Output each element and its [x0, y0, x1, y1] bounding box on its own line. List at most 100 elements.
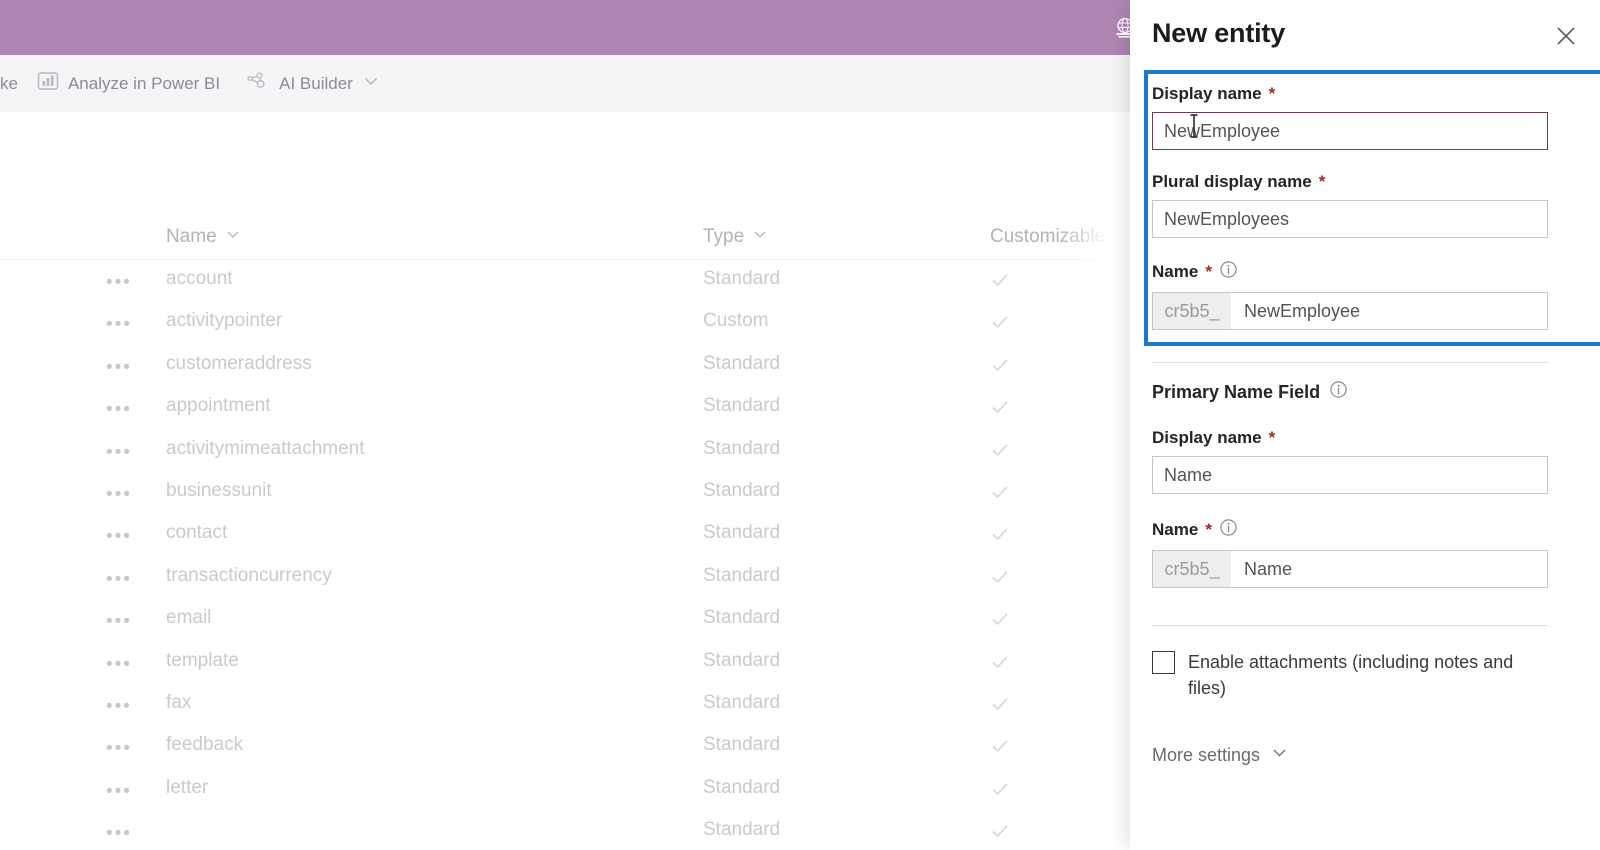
- field-display-name: Display name * NewEmployee: [1152, 84, 1548, 150]
- field-primary-name-label: Name *: [1152, 518, 1548, 542]
- enable-attachments-label: Enable attachments (including notes and …: [1188, 652, 1514, 698]
- more-options-icon[interactable]: •••: [106, 824, 132, 843]
- customizable-check-icon: [990, 567, 1010, 587]
- chevron-down-icon[interactable]: [1113, 226, 1129, 248]
- entity-list-rows: ••• account Standard ••• activitypointer Cust…: [0, 260, 1130, 850]
- customizable-check-icon: [990, 609, 1010, 629]
- table-row[interactable]: ••• letter Standard: [0, 769, 1130, 811]
- more-options-icon[interactable]: •••: [106, 739, 132, 758]
- info-icon[interactable]: [1329, 380, 1348, 404]
- field-display-name-label: Display name *: [1152, 84, 1548, 104]
- command-item-ai-builder[interactable]: AI Builder: [233, 55, 393, 112]
- plural-display-name-label-text: Plural display name: [1152, 172, 1312, 191]
- primary-name-prefix: cr5b5_: [1153, 551, 1231, 587]
- table-row[interactable]: ••• fax Standard: [0, 684, 1130, 726]
- entity-list-header: Name Type Customizable: [0, 214, 1130, 260]
- more-settings-label: More settings: [1152, 744, 1261, 765]
- table-cell-name: email: [166, 607, 212, 629]
- primary-name-field-section-title: Primary Name Field: [1152, 380, 1348, 404]
- primary-name-input[interactable]: cr5b5_ Name: [1152, 550, 1548, 588]
- column-header-name[interactable]: Name: [166, 226, 241, 248]
- table-row[interactable]: ••• activitymimeattachment Standard: [0, 430, 1130, 472]
- table-row[interactable]: ••• template Standard: [0, 642, 1130, 684]
- entity-name-input[interactable]: cr5b5_ NewEmployee: [1152, 292, 1548, 330]
- more-options-icon[interactable]: •••: [106, 358, 132, 377]
- enable-attachments-row[interactable]: Enable attachments (including notes and …: [1152, 650, 1552, 701]
- column-header-type-label: Type: [703, 226, 745, 247]
- required-asterisk: *: [1205, 262, 1212, 281]
- table-row[interactable]: ••• transactioncurrency Standard: [0, 557, 1130, 599]
- table-cell-type: Standard: [703, 268, 781, 289]
- entity-name-label-text: Name: [1152, 262, 1199, 281]
- field-primary-name: Name * cr5b5_ Name: [1152, 518, 1548, 588]
- customizable-check-icon: [990, 482, 1010, 502]
- table-row[interactable]: ••• Standard: [0, 811, 1130, 850]
- info-icon[interactable]: [1219, 260, 1238, 284]
- table-cell-type: Standard: [703, 437, 781, 459]
- field-entity-name: Name * cr5b5_ NewEmployee: [1152, 260, 1548, 330]
- display-name-value: NewEmployee: [1164, 120, 1281, 141]
- chevron-down-icon[interactable]: [225, 226, 241, 248]
- table-row[interactable]: ••• email Standard: [0, 599, 1130, 641]
- primary-display-name-input[interactable]: Name: [1152, 456, 1548, 494]
- column-header-type[interactable]: Type: [703, 226, 768, 248]
- customizable-check-icon: [990, 440, 1010, 460]
- page-title: New entity: [1152, 18, 1286, 48]
- required-asterisk: *: [1268, 84, 1276, 103]
- panel-header: New entity: [1130, 0, 1600, 70]
- table-cell-name: businessunit: [166, 479, 272, 501]
- table-cell-name: activitymimeattachment: [166, 437, 365, 459]
- more-settings-toggle[interactable]: More settings: [1152, 743, 1289, 767]
- enable-attachments-checkbox[interactable]: [1152, 651, 1175, 674]
- required-asterisk: *: [1268, 428, 1276, 447]
- customizable-check-icon: [990, 312, 1010, 332]
- command-item-truncated[interactable]: ke: [0, 55, 24, 112]
- table-cell-type: Standard: [703, 395, 781, 417]
- table-cell-name: transactioncurrency: [166, 564, 332, 586]
- customizable-check-icon: [990, 694, 1010, 714]
- table-row[interactable]: ••• businessunit Standard: [0, 472, 1130, 514]
- command-item-analyze-in-power-bi[interactable]: Analyze in Power BI: [24, 55, 233, 112]
- display-name-input[interactable]: NewEmployee: [1152, 112, 1548, 150]
- more-options-icon[interactable]: •••: [106, 527, 132, 546]
- field-primary-display-name-label: Display name *: [1152, 428, 1548, 448]
- more-options-icon[interactable]: •••: [106, 782, 132, 801]
- more-options-icon[interactable]: •••: [106, 400, 132, 419]
- primary-name-label-text: Name: [1152, 520, 1199, 539]
- table-row[interactable]: ••• activitypointer Custom: [0, 302, 1130, 344]
- more-options-icon[interactable]: •••: [106, 697, 132, 716]
- more-options-icon[interactable]: •••: [106, 443, 132, 462]
- display-name-label-text: Display name: [1152, 84, 1262, 103]
- chevron-down-icon[interactable]: [1270, 743, 1289, 767]
- column-header-name-label: Name: [166, 226, 217, 247]
- primary-display-name-value: Name: [1164, 464, 1213, 485]
- chevron-down-icon[interactable]: [752, 226, 768, 248]
- more-options-icon[interactable]: •••: [106, 612, 132, 631]
- more-options-icon[interactable]: •••: [106, 315, 132, 334]
- table-cell-type: Standard: [703, 649, 781, 671]
- more-options-icon[interactable]: •••: [106, 273, 132, 292]
- table-cell-name: account: [166, 268, 233, 289]
- entity-name-value: NewEmployee: [1244, 300, 1361, 321]
- table-cell-type: Custom: [703, 310, 769, 332]
- chevron-down-icon[interactable]: [362, 72, 380, 95]
- primary-display-name-label-text: Display name: [1152, 428, 1262, 447]
- more-options-icon[interactable]: •••: [106, 570, 132, 589]
- entity-list: Name Type Customizable ••• account Standar…: [0, 112, 1130, 850]
- table-row[interactable]: ••• customeraddress Standard: [0, 345, 1130, 387]
- table-cell-type: Standard: [703, 691, 781, 713]
- column-header-customizable[interactable]: Customizable: [990, 226, 1129, 248]
- table-cell-type: Standard: [703, 776, 781, 798]
- info-icon[interactable]: [1219, 518, 1238, 542]
- table-row[interactable]: ••• feedback Standard: [0, 726, 1130, 768]
- more-options-icon[interactable]: •••: [106, 485, 132, 504]
- table-row[interactable]: ••• contact Standard: [0, 514, 1130, 556]
- table-row[interactable]: ••• appointment Standard: [0, 387, 1130, 429]
- table-row[interactable]: ••• account Standard: [0, 260, 1130, 302]
- table-cell-type: Standard: [703, 819, 781, 841]
- close-icon[interactable]: [1554, 24, 1578, 48]
- more-options-icon[interactable]: •••: [106, 655, 132, 674]
- table-cell-name: template: [166, 649, 239, 671]
- required-asterisk: *: [1205, 520, 1212, 539]
- plural-display-name-input[interactable]: NewEmployees: [1152, 200, 1548, 238]
